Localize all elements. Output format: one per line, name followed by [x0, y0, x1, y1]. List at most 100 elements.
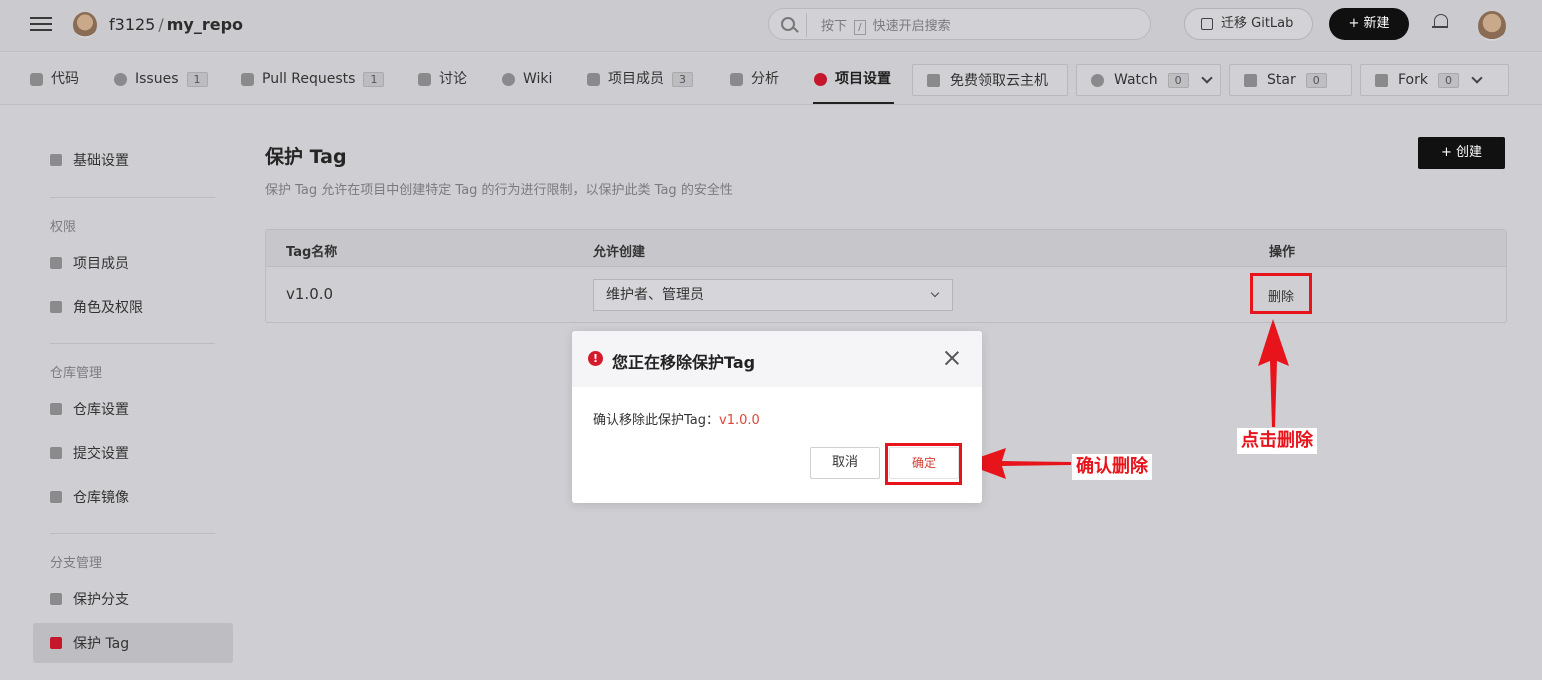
dialog-title: 您正在移除保护Tag [612, 353, 756, 372]
search-divider [806, 13, 807, 37]
tab-discussions[interactable]: 讨论 [418, 70, 467, 88]
dialog-message: 确认移除此保护Tag：v1.0.0 [593, 409, 760, 428]
tag-icon [50, 447, 62, 459]
table-header: Tag名称 允许创建 操作 [266, 230, 1506, 267]
protected-tag-table: Tag名称 允许创建 操作 v1.0.0 维护者、管理员 删除 [265, 229, 1507, 323]
migrate-gitlab-label: 迁移 GitLab [1221, 16, 1294, 31]
tab-settings[interactable]: 项目设置 [814, 70, 891, 88]
import-icon [1201, 18, 1213, 30]
search-icon [781, 17, 795, 31]
user-icon [50, 301, 62, 313]
sidebar-item-mirror[interactable]: 仓库镜像 [33, 477, 233, 517]
page-title: 保护 Tag [265, 146, 347, 168]
user-avatar[interactable] [1478, 11, 1506, 41]
dialog-tag-name: v1.0.0 [719, 413, 760, 428]
watch-button[interactable]: Watch 0 [1076, 64, 1221, 96]
page-description: 保护 Tag 允许在项目中创建特定 Tag 的行为进行限制，以保护此类 Tag … [265, 183, 733, 198]
members-icon [50, 257, 62, 269]
tab-members[interactable]: 项目成员 3 [587, 70, 693, 88]
click-delete-label: 点击删除 [1237, 428, 1317, 454]
create-button[interactable]: + 创建 [1418, 137, 1505, 169]
gear-icon [814, 72, 827, 86]
sidebar-group-repo: 仓库管理 [50, 366, 103, 381]
fork-count: 0 [1437, 72, 1459, 88]
chevron-down-icon [1471, 72, 1483, 84]
menu-icon[interactable] [30, 13, 52, 35]
column-header-name: Tag名称 [286, 245, 338, 260]
tag-name-cell: v1.0.0 [286, 285, 334, 303]
shortcut-key: / [854, 20, 866, 35]
tab-issues[interactable]: Issues 1 [114, 70, 208, 88]
home-icon [50, 403, 62, 415]
arrow-up-to-delete [1258, 319, 1289, 427]
top-header: f3125/my_repo 按下 / 快速开启搜索 迁移 GitLab + 新建 [0, 0, 1542, 52]
cancel-button[interactable]: 取消 [810, 447, 880, 479]
chevron-down-icon [930, 288, 940, 298]
repo-nav: 代码 Issues 1 Pull Requests 1 讨论 Wiki 项目成员 3 … [0, 53, 1542, 105]
column-header-action: 操作 [1269, 245, 1296, 260]
cloud-host-button[interactable]: 免费领取云主机 [912, 64, 1068, 96]
fork-icon [1375, 73, 1388, 87]
sidebar-item-roles[interactable]: 角色及权限 [33, 287, 233, 327]
tab-analytics[interactable]: 分析 [730, 70, 779, 88]
allow-create-select[interactable]: 维护者、管理员 [593, 279, 953, 311]
tab-pull-requests[interactable]: Pull Requests 1 [241, 70, 385, 88]
sidebar-item-repo-settings[interactable]: 仓库设置 [33, 389, 233, 429]
watch-count: 0 [1167, 72, 1189, 88]
pull-request-icon [241, 72, 254, 86]
branch-icon [50, 593, 62, 605]
active-tab-indicator [813, 102, 894, 104]
sidebar-item-basic[interactable]: 基础设置 [33, 140, 233, 180]
chevron-down-icon [1200, 72, 1213, 84]
sidebar-item-protected-branch[interactable]: 保护分支 [33, 579, 233, 619]
bell-icon[interactable] [1432, 12, 1448, 30]
tab-code[interactable]: 代码 [30, 70, 79, 88]
sidebar-group-permissions: 权限 [50, 220, 77, 235]
dialog-header: ! 您正在移除保护Tag [572, 331, 982, 387]
star-icon [1244, 73, 1257, 87]
sidebar-item-members[interactable]: 项目成员 [33, 243, 233, 283]
server-icon [927, 73, 940, 87]
fork-button[interactable]: Fork 0 [1360, 64, 1509, 96]
confirm-highlight-box [885, 443, 962, 485]
issues-icon [114, 72, 127, 86]
confirm-delete-label: 确认删除 [1072, 454, 1152, 480]
dialog-message-text: 确认移除此保护Tag： [593, 413, 720, 428]
sidebar-divider [50, 197, 215, 198]
column-header-allow: 允许创建 [593, 245, 646, 260]
table-row: v1.0.0 维护者、管理员 删除 [266, 268, 1506, 323]
members-count-badge: 3 [672, 71, 693, 87]
star-button[interactable]: Star 0 [1229, 64, 1352, 96]
sidebar-divider [50, 343, 215, 344]
sidebar-item-protected-tag[interactable]: 保护 Tag [33, 623, 233, 663]
members-icon [587, 72, 600, 86]
mirror-icon [50, 491, 62, 503]
sidebar-item-commit-settings[interactable]: 提交设置 [33, 433, 233, 473]
chart-icon [730, 72, 743, 86]
close-icon[interactable] [944, 350, 960, 366]
repo-owner-link[interactable]: f3125 [109, 15, 155, 34]
chat-icon [418, 72, 431, 86]
migrate-gitlab-button[interactable]: 迁移 GitLab [1184, 8, 1313, 40]
tab-wiki[interactable]: Wiki [502, 70, 552, 88]
delete-highlight-box [1250, 273, 1312, 314]
new-button[interactable]: + 新建 [1329, 8, 1409, 40]
issues-count-badge: 1 [186, 71, 208, 87]
sidebar-group-branch: 分支管理 [50, 556, 103, 571]
sidebar-divider [50, 533, 215, 534]
repo-avatar[interactable] [73, 12, 97, 38]
warning-icon: ! [588, 351, 603, 366]
breadcrumb-separator: / [158, 15, 164, 34]
allow-create-value: 维护者、管理员 [606, 287, 704, 303]
code-icon [30, 72, 43, 86]
tag-icon [50, 637, 62, 649]
repo-breadcrumb: f3125/my_repo [109, 15, 243, 34]
eye-icon [1091, 73, 1104, 87]
wiki-icon [502, 72, 515, 86]
search-input[interactable]: 按下 / 快速开启搜索 [768, 8, 1151, 40]
repo-name-link[interactable]: my_repo [167, 15, 243, 34]
star-count: 0 [1305, 72, 1327, 88]
gear-icon [50, 154, 62, 166]
search-placeholder: 按下 / 快速开启搜索 [821, 19, 951, 35]
pr-count-badge: 1 [363, 71, 385, 87]
